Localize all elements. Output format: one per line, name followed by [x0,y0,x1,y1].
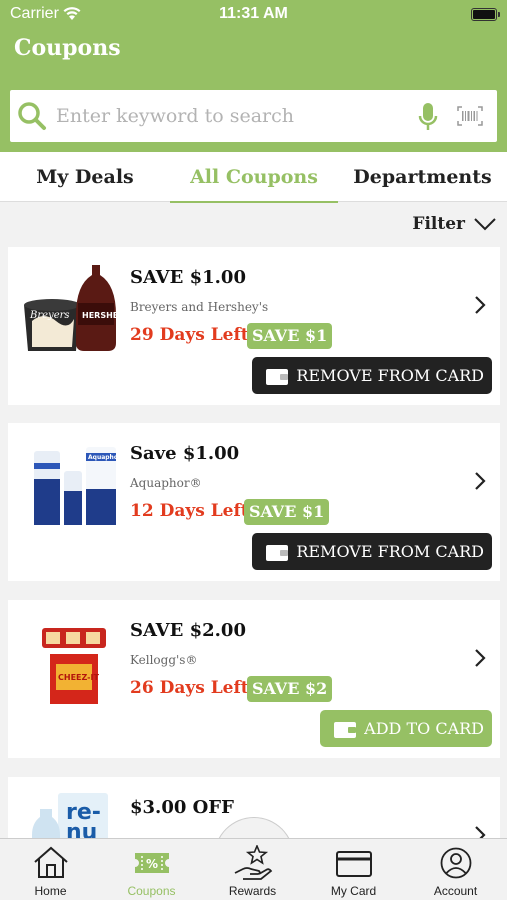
filter-label: Filter [412,214,465,234]
svg-text:%: % [146,857,158,871]
bottom-nav: Home % Coupons Rewards My Card Account [0,838,507,900]
nav-coupons[interactable]: % Coupons [101,839,202,900]
coupon-card[interactable]: Breyers HERSHEY'S SAVE $1.00 Breyers and… [8,247,500,405]
svg-text:Aquaphor: Aquaphor [88,454,121,461]
rewards-icon [234,845,272,880]
product-image: Aquaphor [34,447,121,525]
product-image: re- nu [32,793,108,838]
savings-badge: SAVE $1 [247,323,333,349]
coupon-headline: SAVE $2.00 [130,620,246,641]
nav-label: Rewards [228,884,277,898]
page-title: Coupons [14,35,121,61]
clock: 11:31 AM [219,5,288,22]
tab-my-deals[interactable]: My Deals [0,152,170,202]
tab-departments[interactable]: Departments [338,152,507,202]
product-image: Breyers HERSHEY'S [24,265,122,351]
app-header: Coupons [0,30,507,152]
coupon-icon: % [134,853,169,873]
tab-all-coupons[interactable]: All Coupons [170,152,338,203]
barcode-scanner-icon[interactable] [457,106,483,126]
remove-from-card-button[interactable]: REMOVE FROM CARD [252,533,492,570]
search-bar [10,90,497,142]
search-input[interactable] [56,98,396,134]
coupon-card[interactable]: Aquaphor Save $1.00 Aquaphor® 12 Days Le… [8,423,500,581]
nav-label: Coupons [127,884,176,898]
battery-icon [471,8,500,21]
product-image: CHEEZ-IT [42,628,106,704]
svg-text:CHEEZ-IT: CHEEZ-IT [58,673,99,682]
coupon-headline: SAVE $1.00 [130,267,246,288]
add-to-card-button[interactable]: ADD TO CARD [320,710,492,747]
search-icon[interactable] [17,101,47,131]
nav-rewards[interactable]: Rewards [202,839,303,900]
coupon-tabs: My Deals All Coupons Departments [0,152,507,203]
chevron-right-icon[interactable] [474,648,486,668]
wallet-icon [334,721,357,738]
home-icon [33,846,68,878]
wallet-icon [266,368,289,385]
svg-text:nu: nu [66,820,97,838]
nav-account[interactable]: Account [404,839,507,900]
filter-button[interactable]: Filter [412,212,497,236]
svg-text:HERSHEY'S: HERSHEY'S [82,311,122,320]
nav-my-card[interactable]: My Card [303,839,404,900]
coupon-brand: Kellogg's® [130,653,198,667]
action-label: REMOVE FROM CARD [296,366,484,385]
coupon-headline: Save $1.00 [130,443,240,464]
nav-home[interactable]: Home [0,839,101,900]
chevron-right-icon[interactable] [474,471,486,491]
remove-from-card-button[interactable]: REMOVE FROM CARD [252,357,492,394]
nav-label: Account [433,884,478,898]
savings-badge: SAVE $1 [244,499,330,525]
savings-badge: SAVE $2 [247,676,333,702]
coupon-headline: $3.00 OFF [130,797,234,818]
days-left: 29 Days Left [130,325,249,345]
microphone-icon[interactable] [418,102,438,132]
nav-label: My Card [330,884,377,898]
action-label: REMOVE FROM CARD [296,542,484,561]
account-icon [440,847,471,879]
card-icon [335,851,372,877]
chevron-down-icon [474,218,496,231]
coupon-brand: Breyers and Hershey's [130,300,269,314]
wallet-icon [266,544,289,561]
days-left: 26 Days Left [130,678,249,698]
svg-text:Breyers: Breyers [29,310,70,321]
days-left: 12 Days Left [130,501,249,521]
coupon-brand: Aquaphor® [130,476,202,490]
coupon-card[interactable]: CHEEZ-IT SAVE $2.00 Kellogg's® 26 Days L… [8,600,500,758]
action-label: ADD TO CARD [364,719,484,738]
nav-label: Home [34,884,67,898]
chevron-right-icon[interactable] [474,295,486,315]
status-bar: Carrier 11:31 AM [0,0,507,30]
chevron-right-icon[interactable] [474,825,486,838]
